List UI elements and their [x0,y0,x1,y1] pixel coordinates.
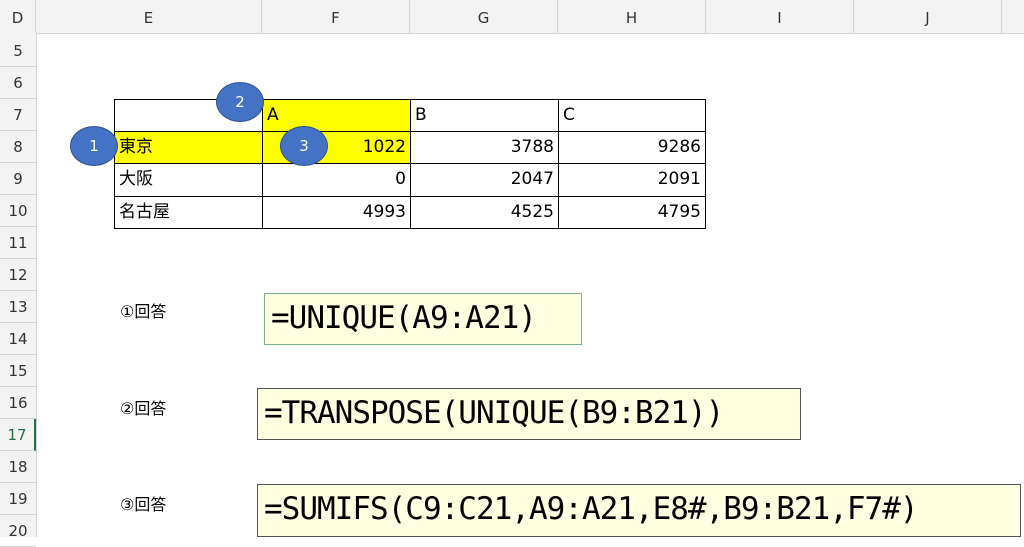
column-header-g[interactable]: G [410,0,558,33]
row-header-6[interactable]: 6 [0,67,36,99]
row-header-20[interactable]: 20 [0,515,36,547]
table-cell[interactable]: 3788 [410,131,559,164]
column-header-j[interactable]: J [854,0,1002,33]
table-header-c[interactable]: C [558,99,706,132]
formula-box-3[interactable]: =SUMIFS(C9:C21,A9:A21,E8#,B9:B21,F7#) [257,484,1021,537]
column-header-bar: D E F G H I J [0,0,1024,34]
answer-label-2: ②回答 [120,399,167,418]
answer-label-3: ③回答 [120,495,167,514]
row-header-7[interactable]: 7 [0,99,36,131]
formula-box-1[interactable]: =UNIQUE(A9:A21) [264,293,582,345]
table-cell[interactable]: 2047 [410,163,559,197]
table-header-b[interactable]: B [410,99,559,132]
table-row-label[interactable]: 大阪 [114,163,263,197]
row-header-19[interactable]: 19 [0,483,36,515]
marker-2[interactable]: 2 [216,82,264,122]
row-header-17[interactable]: 17 [0,419,36,451]
table-cell[interactable]: 4525 [410,196,559,229]
formula-box-2[interactable]: =TRANSPOSE(UNIQUE(B9:B21)) [257,388,801,440]
column-header-i[interactable]: I [706,0,854,33]
table-row-label[interactable]: 東京 [114,131,263,164]
row-header-11[interactable]: 11 [0,227,36,259]
row-header-16[interactable]: 16 [0,387,36,419]
row-header-bar: 5 6 7 8 9 10 11 12 13 14 15 16 17 18 19 … [0,33,37,547]
row-header-5[interactable]: 5 [0,35,36,67]
table-header-a[interactable]: A [262,99,411,132]
row-header-13[interactable]: 13 [0,291,36,323]
column-header-h[interactable]: H [558,0,706,33]
table-row-label[interactable]: 名古屋 [114,196,263,229]
column-header-next[interactable] [1002,0,1024,33]
answer-label-1: ①回答 [120,302,167,321]
table-cell[interactable]: 0 [262,163,411,197]
table-cell[interactable]: 9286 [558,131,706,164]
row-header-14[interactable]: 14 [0,323,36,355]
row-header-15[interactable]: 15 [0,355,36,387]
row-header-18[interactable]: 18 [0,451,36,483]
table-cell[interactable]: 4795 [558,196,706,229]
table-cell[interactable]: 2091 [558,163,706,197]
row-header-12[interactable]: 12 [0,259,36,291]
table-cell[interactable]: 4993 [262,196,411,229]
row-header-10[interactable]: 10 [0,195,36,227]
marker-3[interactable]: 3 [280,126,328,166]
marker-1[interactable]: 1 [70,126,118,166]
row-header-8[interactable]: 8 [0,131,36,163]
column-header-f[interactable]: F [262,0,410,33]
row-header-9[interactable]: 9 [0,163,36,195]
column-header-d[interactable]: D [0,0,36,33]
column-header-e[interactable]: E [36,0,262,33]
